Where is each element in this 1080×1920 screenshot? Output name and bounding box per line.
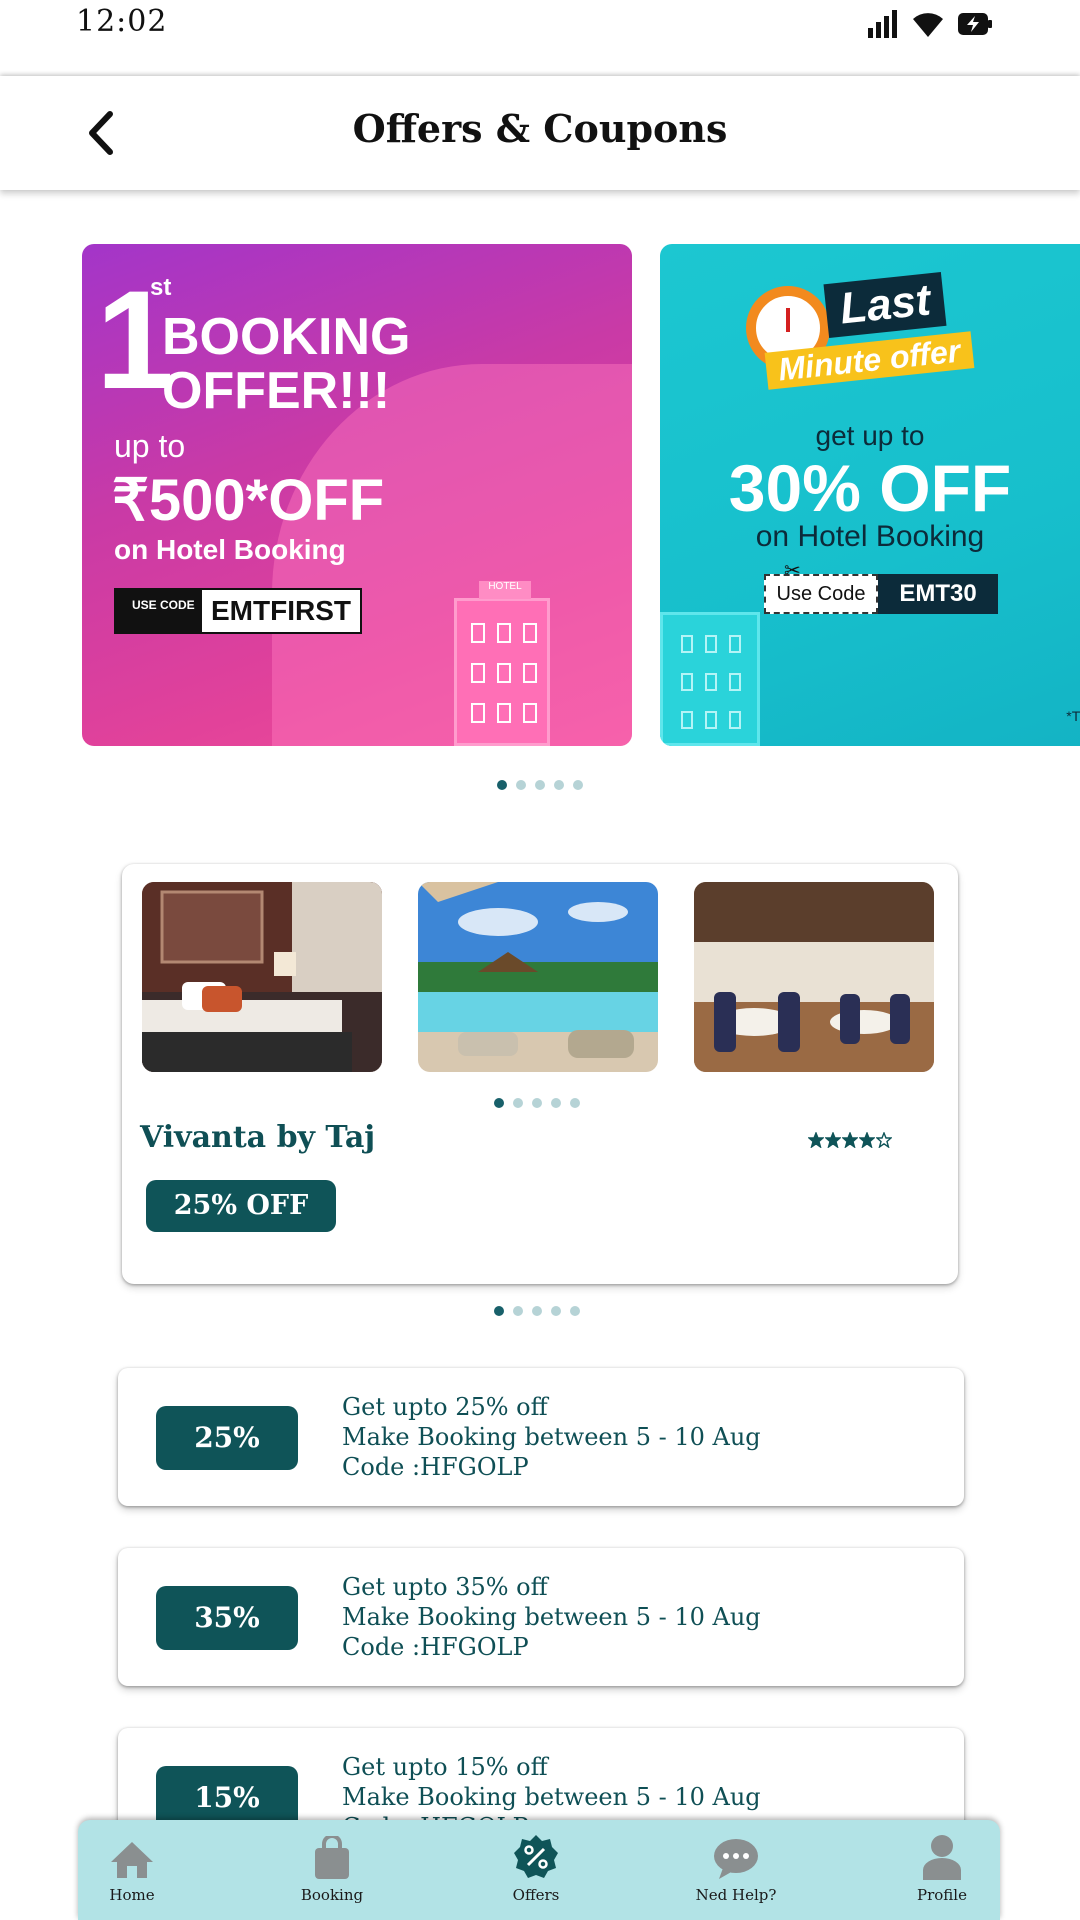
- nav-item-home[interactable]: Home: [72, 1820, 192, 1920]
- banner-code-value: EMT30: [878, 574, 998, 614]
- nav-item-offers[interactable]: Offers: [476, 1820, 596, 1920]
- coupon-dates: Make Booking between 5 - 10 Aug: [342, 1783, 761, 1811]
- coupon-dates: Make Booking between 5 - 10 Aug: [342, 1603, 761, 1631]
- status-bar: 12:02: [0, 0, 1080, 76]
- star-filled-icon: [808, 1132, 824, 1148]
- banner-code-value: EMTFIRST: [202, 590, 360, 632]
- nav-label: Offers: [512, 1886, 560, 1904]
- restaurant-photo[interactable]: [694, 882, 934, 1072]
- pager-dot[interactable]: [532, 1098, 542, 1108]
- nav-item-help[interactable]: Ned Help?: [676, 1820, 796, 1920]
- pool-photo[interactable]: [418, 882, 658, 1072]
- pager-dot[interactable]: [551, 1098, 561, 1108]
- hotel-pager[interactable]: [494, 1306, 580, 1316]
- offer-banner-carousel[interactable]: 1 st BOOKING OFFER!!! up to ₹500*OFF on …: [82, 244, 1080, 746]
- pager-dot[interactable]: [570, 1306, 580, 1316]
- coupon-code: Code :HFGOLP: [342, 1453, 529, 1481]
- hotel-discount-badge[interactable]: 25% OFF: [146, 1180, 336, 1232]
- shopping-bag-icon: [312, 1832, 352, 1880]
- coupon-details: Get upto 35% off Make Booking between 5 …: [342, 1572, 761, 1662]
- banner-code-label: USE CODE: [116, 590, 202, 632]
- pager-dot[interactable]: [535, 780, 545, 790]
- banner-coupon-code: Use Code EMT30: [764, 574, 998, 614]
- coupon-title: Get upto 35% off: [342, 1573, 548, 1601]
- pager-dot[interactable]: [570, 1098, 580, 1108]
- banner-up-to: up to: [114, 428, 186, 464]
- coupon-card[interactable]: 25% Get upto 25% off Make Booking betwee…: [118, 1368, 964, 1506]
- page-title: Offers & Coupons: [352, 106, 728, 151]
- coupon-details: Get upto 25% off Make Booking between 5 …: [342, 1392, 761, 1482]
- coupon-card[interactable]: 35% Get upto 35% off Make Booking betwee…: [118, 1548, 964, 1686]
- pager-dot[interactable]: [494, 1306, 504, 1316]
- banner-title-last: Last: [823, 271, 947, 339]
- hotel-rating: [808, 1132, 892, 1148]
- banner-get-up-to: get up to: [815, 420, 925, 451]
- percent-badge-icon: [513, 1832, 559, 1880]
- pager-dot[interactable]: [554, 780, 564, 790]
- banner-coupon-code: USE CODE EMTFIRST: [114, 588, 362, 634]
- pager-dot[interactable]: [573, 780, 583, 790]
- nav-label: Profile: [917, 1886, 967, 1904]
- nav-item-profile[interactable]: Profile: [882, 1820, 1002, 1920]
- offer-banner-last-minute[interactable]: Last Minute offer get up to 30% OFF on H…: [660, 244, 1080, 746]
- hotel-name: Vivanta by Taj: [140, 1120, 376, 1155]
- pager-dot[interactable]: [516, 780, 526, 790]
- wifi-icon: [913, 13, 943, 37]
- banner-terms: *T&C Ap: [1066, 708, 1080, 724]
- star-filled-icon: [842, 1132, 858, 1148]
- star-filled-icon: [859, 1132, 875, 1148]
- coupon-code: Code :HFGOLP: [342, 1633, 529, 1661]
- coupon-title: Get upto 15% off: [342, 1753, 548, 1781]
- banner-superscript: st: [150, 274, 172, 301]
- pager-dot[interactable]: [494, 1098, 504, 1108]
- coupon-percent-badge: 25%: [156, 1406, 298, 1470]
- hotel-sign: HOTEL: [479, 581, 531, 599]
- hotel-building-illustration: [660, 612, 760, 746]
- star-filled-icon: [825, 1132, 841, 1148]
- pager-dot[interactable]: [532, 1306, 542, 1316]
- offer-banner-first-booking[interactable]: 1 st BOOKING OFFER!!! up to ₹500*OFF on …: [82, 244, 632, 746]
- signal-icon: [868, 10, 897, 38]
- hotel-building-illustration: HOTEL: [454, 581, 550, 746]
- app-header: Offers & Coupons: [0, 76, 1080, 190]
- coupon-dates: Make Booking between 5 - 10 Aug: [342, 1423, 761, 1451]
- battery-charging-icon: [958, 13, 992, 35]
- banner-pager[interactable]: [497, 780, 583, 790]
- coupon-title: Get upto 25% off: [342, 1393, 548, 1421]
- star-outline-icon: [876, 1132, 892, 1148]
- bedroom-photo[interactable]: [142, 882, 382, 1072]
- banner-headline-line-2: OFFER!!!: [162, 362, 391, 420]
- person-icon: [921, 1832, 963, 1880]
- nav-label: Booking: [300, 1886, 364, 1904]
- pager-dot[interactable]: [513, 1098, 523, 1108]
- nav-item-booking[interactable]: Booking: [272, 1820, 392, 1920]
- nav-label: Ned Help?: [695, 1886, 777, 1904]
- featured-hotel-card[interactable]: Vivanta by Taj 25% OFF: [122, 864, 958, 1284]
- nav-label: Home: [109, 1886, 155, 1904]
- chat-bubble-icon: [713, 1832, 759, 1880]
- bottom-navigation: Home Booking Offers Ned Help? Profile: [78, 1820, 1000, 1920]
- banner-discount: 30% OFF: [728, 451, 1012, 525]
- home-icon: [109, 1832, 155, 1880]
- banner-headline: BOOKING OFFER!!!: [162, 310, 410, 418]
- pager-dot[interactable]: [513, 1306, 523, 1316]
- banner-subtitle: on Hotel Booking: [114, 534, 346, 565]
- photo-pager[interactable]: [494, 1098, 580, 1108]
- status-icons: [868, 10, 992, 38]
- pager-dot[interactable]: [497, 780, 507, 790]
- banner-subtitle: on Hotel Booking: [755, 520, 985, 553]
- status-time: 12:02: [76, 4, 168, 39]
- pager-dot[interactable]: [551, 1306, 561, 1316]
- banner-headline-line-1: BOOKING: [162, 308, 411, 366]
- coupon-percent-badge: 35%: [156, 1586, 298, 1650]
- banner-code-label: Use Code: [764, 574, 878, 614]
- banner-amount: ₹500*OFF: [112, 468, 385, 533]
